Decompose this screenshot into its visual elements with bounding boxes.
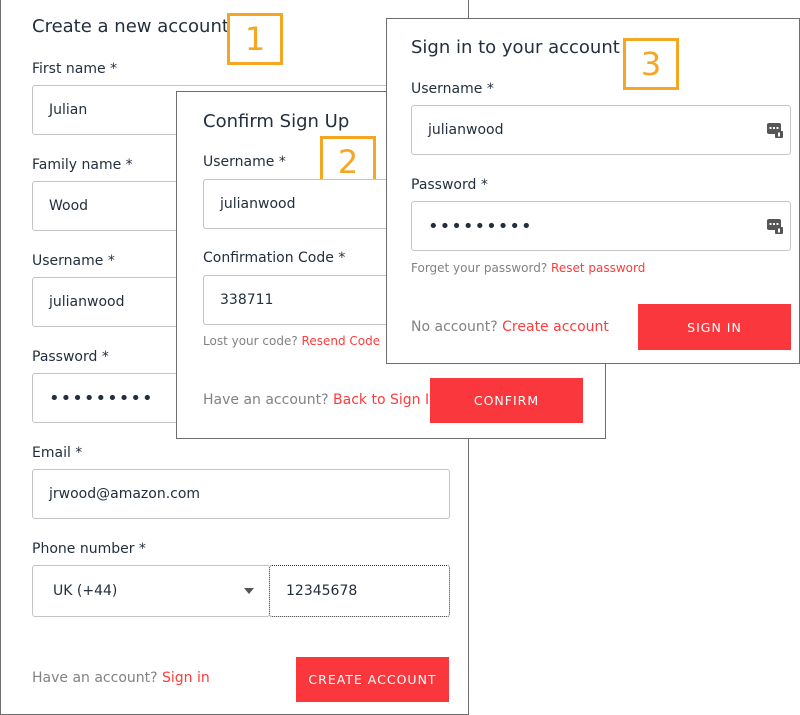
email-label: Email *: [32, 445, 83, 461]
signin-password-label: Password *: [411, 177, 488, 193]
chevron-down-icon: [244, 588, 254, 594]
signup-title: Create a new account: [32, 16, 229, 37]
signin-username-value: julianwood: [428, 122, 504, 138]
confirmation-code-label: Confirmation Code *: [203, 250, 346, 266]
resend-code-link[interactable]: Resend Code: [302, 334, 381, 348]
signin-footer: No account? Create account: [411, 319, 609, 335]
lost-code-row: Lost your code? Resend Code: [203, 334, 380, 348]
create-account-link[interactable]: Create account: [502, 319, 609, 335]
back-to-sign-in-link[interactable]: Back to Sign In: [333, 392, 438, 408]
username-label: Username *: [32, 253, 115, 269]
signin-username-input[interactable]: julianwood: [411, 105, 791, 155]
step-badge-3: 3: [623, 38, 679, 90]
signin-title: Sign in to your account: [411, 37, 620, 58]
confirm-footer: Have an account? Back to Sign In: [203, 392, 438, 408]
forgot-password-row: Forget your password? Reset password: [411, 261, 645, 275]
email-input[interactable]: jrwood@amazon.com: [32, 469, 450, 519]
keyboard-key-icon[interactable]: [767, 122, 783, 138]
signin-username-label: Username *: [411, 81, 494, 97]
forgot-password-text: Forget your password?: [411, 261, 548, 275]
country-code-value: UK (+44): [53, 583, 118, 599]
create-account-button[interactable]: CREATE ACCOUNT: [296, 657, 449, 702]
country-code-select[interactable]: UK (+44): [32, 565, 270, 617]
signup-footer: Have an account? Sign in: [32, 670, 210, 686]
have-account-text: Have an account?: [32, 670, 158, 686]
phone-label: Phone number *: [32, 541, 146, 557]
no-account-text: No account?: [411, 319, 498, 335]
confirm-button[interactable]: CONFIRM: [430, 378, 583, 423]
sign-in-link[interactable]: Sign in: [162, 670, 210, 686]
step-badge-1: 1: [227, 13, 283, 65]
signin-panel: Sign in to your account 3 Username * jul…: [386, 18, 800, 364]
signin-password-input[interactable]: •••••••••: [411, 201, 791, 251]
confirm-username-label: Username *: [203, 154, 286, 170]
keyboard-key-icon[interactable]: [767, 218, 783, 234]
sign-in-button[interactable]: SIGN IN: [638, 304, 791, 350]
family-name-label: Family name *: [32, 157, 133, 173]
lost-code-text: Lost your code?: [203, 334, 298, 348]
first-name-label: First name *: [32, 61, 118, 77]
password-label: Password *: [32, 349, 109, 365]
signin-password-value: •••••••••: [428, 215, 533, 237]
confirm-have-account-text: Have an account?: [203, 392, 329, 408]
confirm-title: Confirm Sign Up: [203, 111, 350, 132]
phone-input[interactable]: 12345678: [269, 565, 450, 617]
reset-password-link[interactable]: Reset password: [551, 261, 645, 275]
